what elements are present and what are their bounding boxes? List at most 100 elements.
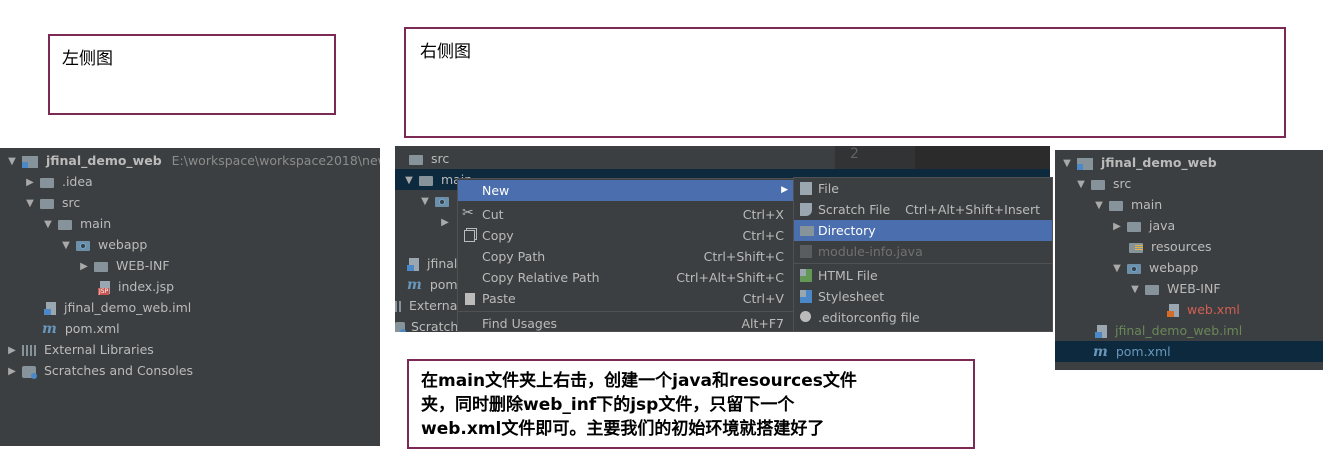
menu-item-copy[interactable]: Copy Ctrl+C [458, 225, 794, 246]
instruction-line-2: 夹，同时删除web_inf下的jsp文件，只留下一个 [421, 395, 795, 415]
tree-item-label: External [408, 298, 461, 313]
submenu-item-directory[interactable]: Directory [794, 220, 1052, 241]
chevron-down-icon[interactable]: ▼ [1093, 195, 1105, 216]
tree-item-label: resources [1150, 239, 1212, 254]
tree-item-webapp[interactable]: ▼ webapp [0, 234, 380, 255]
menu-item-label: Stylesheet [818, 289, 885, 304]
scratch-file-icon [800, 203, 812, 216]
menu-item-label: HTML File [818, 268, 878, 283]
chevron-down-icon[interactable]: ▼ [60, 235, 72, 256]
submenu-item-scratch-file[interactable]: Scratch File Ctrl+Alt+Shift+Insert [794, 199, 1052, 220]
instruction-line-3: web.xml文件即可。主要我们的初始环境就搭建好了 [421, 419, 825, 439]
chevron-down-icon[interactable]: ▼ [1129, 279, 1141, 300]
tree-item-scratches[interactable]: ▶ Scratches and Consoles [0, 360, 380, 381]
right-image-label-box: 右侧图 [404, 27, 1286, 138]
tree-item-iml[interactable]: jfinal_demo_web.iml [0, 297, 380, 318]
chevron-right-icon[interactable]: ▶ [6, 340, 18, 361]
tree-item-resources[interactable]: resources [1055, 236, 1323, 257]
tree-item-label: java [1148, 218, 1176, 233]
folder-icon [1108, 200, 1123, 211]
chevron-down-icon[interactable]: ▼ [42, 214, 54, 235]
tree-item-src[interactable]: src [395, 148, 1050, 169]
tree-item-idea[interactable]: ▶ .idea [0, 171, 380, 192]
submenu-item-html-file[interactable]: HTML File [794, 265, 1052, 286]
chevron-right-icon[interactable]: ▶ [1111, 216, 1123, 237]
menu-item-label: .editorconfig file [818, 310, 920, 325]
menu-item-label: Directory [818, 223, 876, 238]
chevron-down-icon[interactable]: ▼ [403, 170, 415, 191]
left-image-label-box: 左侧图 [48, 34, 336, 115]
web-folder-icon [75, 240, 90, 251]
java-file-icon [800, 245, 812, 258]
tree-item-main[interactable]: ▼ main [0, 213, 380, 234]
project-path: E:\workspace\workspace2018\newfiber [171, 153, 380, 168]
tree-item-external-libraries[interactable]: ▶ External Libraries [0, 339, 380, 360]
css-file-icon [800, 290, 812, 303]
menu-item-label: Find Usages [482, 316, 558, 331]
tree-item-label: Scratches and Consoles [43, 363, 194, 378]
chevron-right-icon[interactable]: ▶ [6, 361, 18, 382]
chevron-right-icon[interactable]: ▶ [439, 212, 451, 233]
chevron-right-icon[interactable]: ▶ [78, 256, 90, 277]
left-image-label: 左侧图 [62, 49, 113, 69]
menu-item-label: New [482, 183, 510, 198]
tree-project-root[interactable]: ▼ jfinal_demo_web E:\workspace\workspace… [0, 150, 380, 171]
tree-item-label: src [430, 151, 450, 166]
tree-item-index-jsp[interactable]: index.jsp [0, 276, 380, 297]
tree-item-label: webapp [1148, 260, 1199, 275]
folder-icon [800, 226, 814, 236]
web-folder-icon [1126, 263, 1141, 274]
folder-icon [93, 261, 108, 272]
chevron-down-icon[interactable]: ▼ [419, 191, 431, 212]
tree-item-web-inf[interactable]: ▼ WEB-INF [1055, 278, 1323, 299]
tree-item-label: WEB-INF [1166, 281, 1221, 296]
tree-project-root[interactable]: ▼ jfinal_demo_web [1055, 152, 1323, 173]
xml-file-icon [1167, 304, 1179, 317]
chevron-down-icon[interactable]: ▼ [1075, 174, 1087, 195]
menu-item-find-usages[interactable]: Find Usages Alt+F7 [458, 313, 794, 331]
menu-item-copy-path[interactable]: Copy Path Ctrl+Shift+C [458, 246, 794, 267]
chevron-down-icon[interactable]: ▼ [24, 193, 36, 214]
menu-item-new[interactable]: New ▶ [458, 180, 794, 201]
submenu-item-module-info[interactable]: module-info.java [794, 241, 1052, 262]
tree-item-web-xml[interactable]: web.xml [1055, 299, 1323, 320]
folder-icon [39, 198, 54, 209]
submenu-arrow-icon: ▶ [781, 185, 788, 195]
scratches-icon [21, 365, 37, 379]
menu-item-cut[interactable]: ✂ Cut Ctrl+X [458, 204, 794, 225]
instruction-line-1: 在main文件夹上右击，创建一个java和resources文件 [421, 371, 857, 391]
submenu-item-stylesheet[interactable]: Stylesheet [794, 286, 1052, 307]
tree-item-main[interactable]: ▼ main [1055, 194, 1323, 215]
tree-item-label: jfinal_demo_web.iml [63, 300, 192, 315]
menu-item-label: Copy Path [482, 249, 546, 264]
tree-item-label: main [1130, 197, 1163, 212]
chevron-down-icon[interactable]: ▼ [1061, 153, 1073, 174]
menu-item-shortcut: Ctrl+V [742, 291, 784, 306]
tree-item-label: src [61, 195, 81, 210]
menu-item-shortcut: Ctrl+X [742, 207, 784, 222]
chevron-right-icon[interactable]: ▶ [24, 172, 36, 193]
menu-separator [794, 263, 1052, 264]
tree-item-label: index.jsp [117, 279, 175, 294]
chevron-down-icon[interactable]: ▼ [6, 151, 18, 172]
menu-item-label: Paste [482, 291, 516, 306]
menu-item-paste[interactable]: Paste Ctrl+V [458, 288, 794, 309]
tree-item-label: main [79, 216, 112, 231]
chevron-down-icon[interactable]: ▼ [1111, 258, 1123, 279]
libraries-icon [21, 345, 36, 356]
tree-item-pom[interactable]: m pom.xml [0, 318, 380, 339]
menu-item-copy-relative-path[interactable]: Copy Relative Path Ctrl+Alt+Shift+C [458, 267, 794, 288]
tree-item-web-inf[interactable]: ▶ WEB-INF [0, 255, 380, 276]
new-submenu: File Scratch File Ctrl+Alt+Shift+Insert … [793, 177, 1053, 332]
scissors-icon: ✂ [462, 205, 474, 221]
menu-item-label: File [818, 181, 839, 196]
tree-item-src[interactable]: ▼ src [0, 192, 380, 213]
submenu-item-file[interactable]: File [794, 178, 1052, 199]
tree-item-src[interactable]: ▼ src [1055, 173, 1323, 194]
tree-item-webapp[interactable]: ▼ webapp [1055, 257, 1323, 278]
tree-item-pom[interactable]: m pom.xml [1055, 341, 1323, 362]
submenu-item-editorconfig[interactable]: .editorconfig file [794, 307, 1052, 328]
instruction-note: 在main文件夹上右击，创建一个java和resources文件 夹，同时删除w… [407, 359, 975, 449]
tree-item-java[interactable]: ▶ java [1055, 215, 1323, 236]
tree-item-iml[interactable]: jfinal_demo_web.iml [1055, 320, 1323, 341]
